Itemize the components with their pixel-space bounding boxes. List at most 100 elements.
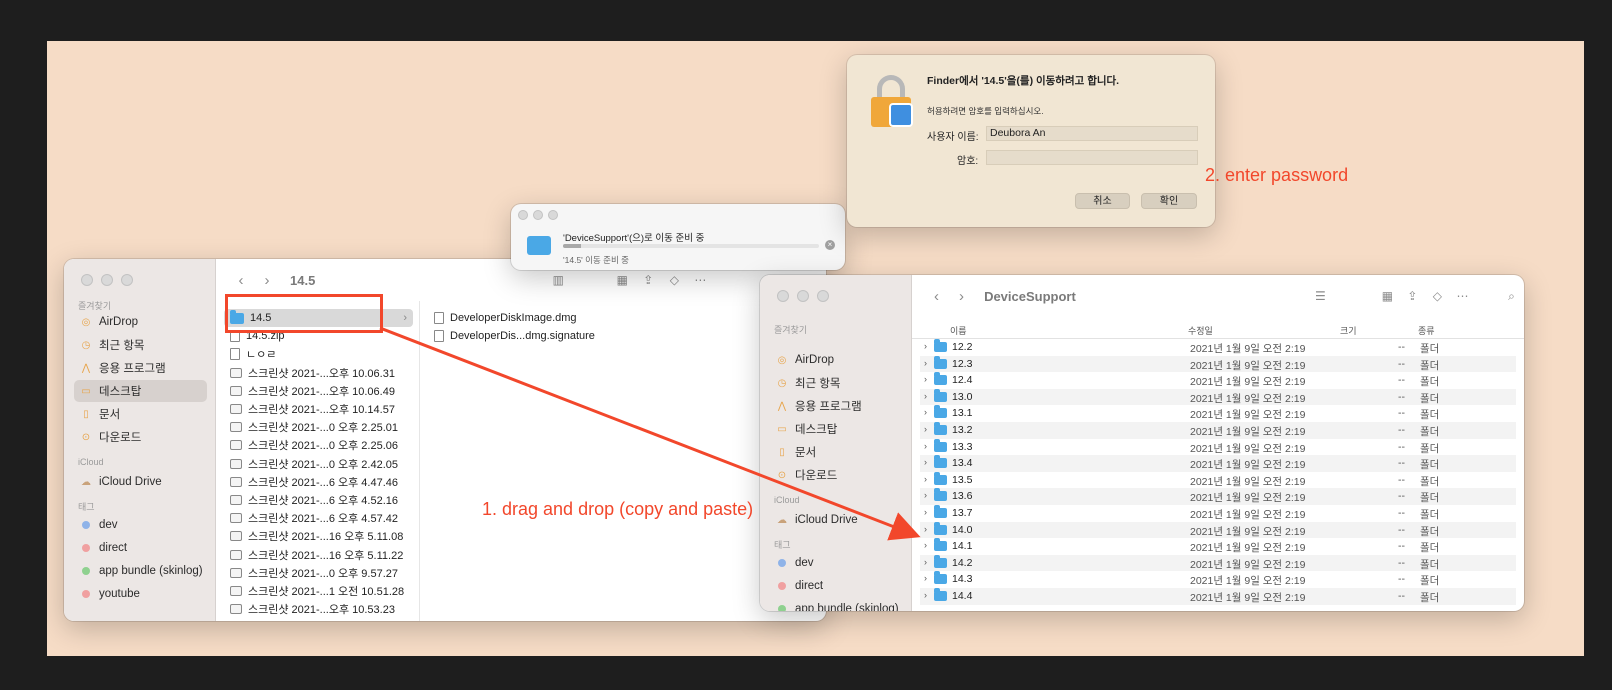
minimize-button[interactable] xyxy=(533,210,543,220)
sidebar-item-0[interactable]: ◎ AirDrop xyxy=(74,311,207,333)
sidebar-tag-3[interactable]: youtube xyxy=(74,583,207,605)
sidebar-item-icloud-drive[interactable]: ☁ iCloud Drive xyxy=(74,471,207,493)
group-icon[interactable]: ▦ xyxy=(609,273,635,287)
list-item[interactable]: 스크린샷 2021-...16 오후 5.11.08 xyxy=(224,527,413,545)
chevron-right-icon[interactable]: › xyxy=(924,441,927,451)
table-row[interactable]: › 13.2 2021년 1월 9일 오전 2:19 -- 폴더 xyxy=(920,422,1516,439)
list-item[interactable]: 스크린샷 2021-...0 오후 2.25.06 xyxy=(224,436,413,454)
sidebar-item-3[interactable]: ▭ 데스크탑 xyxy=(74,380,207,402)
sidebar-item-2[interactable]: ⋀ 응용 프로그램 xyxy=(74,357,207,379)
sidebar-item-4[interactable]: ▯ 문서 xyxy=(74,403,207,425)
chevron-right-icon[interactable]: › xyxy=(924,540,927,550)
forward-button[interactable]: › xyxy=(254,272,280,289)
chevron-right-icon[interactable]: › xyxy=(924,374,927,384)
list-item[interactable]: 스크린샷 2021-...0 오후 2.25.01 xyxy=(224,418,413,436)
table-row[interactable]: › 13.7 2021년 1월 9일 오전 2:19 -- 폴더 xyxy=(920,505,1516,522)
chevron-right-icon[interactable]: › xyxy=(924,457,927,467)
table-row[interactable]: › 13.1 2021년 1월 9일 오전 2:19 -- 폴더 xyxy=(920,405,1516,422)
list-item[interactable]: 스크린샷 2021-...0 오후 2.42.05 xyxy=(224,455,413,473)
list-item[interactable]: 스크린샷 2021-...오후 10.06.49 xyxy=(224,382,413,400)
chevron-right-icon[interactable]: › xyxy=(924,507,927,517)
sidebar-item-0[interactable]: ◎ AirDrop xyxy=(770,349,903,371)
tag-icon[interactable]: ◇ xyxy=(661,273,687,287)
chevron-right-icon[interactable]: › xyxy=(924,358,927,368)
ok-button[interactable]: 확인 xyxy=(1141,193,1197,209)
table-row[interactable]: › 14.2 2021년 1월 9일 오전 2:19 -- 폴더 xyxy=(920,554,1516,572)
list-item[interactable]: 스크린샷 2021-...0 오후 9.57.27 xyxy=(224,564,413,582)
minimize-button[interactable] xyxy=(101,274,113,286)
table-row[interactable]: › 13.5 2021년 1월 9일 오전 2:19 -- 폴더 xyxy=(920,471,1516,489)
folder-icon xyxy=(934,405,947,419)
table-row[interactable]: › 13.3 2021년 1월 9일 오전 2:19 -- 폴더 xyxy=(920,438,1516,456)
more-icon[interactable]: ⋯ xyxy=(687,273,713,287)
dialog-subtitle: 허용하려면 암호를 입력하십시오. xyxy=(927,106,1044,116)
file-name: 스크린샷 2021-...16 오후 5.11.08 xyxy=(248,531,404,544)
back-button[interactable]: ‹ xyxy=(228,272,254,289)
image-file-icon xyxy=(230,549,242,560)
list-item[interactable]: 스크린샷 2021-...오후 10.14.57 xyxy=(224,400,413,418)
chevron-right-icon[interactable]: › xyxy=(924,474,927,484)
table-row[interactable]: › 12.2 2021년 1월 9일 오전 2:19 -- 폴더 xyxy=(920,339,1516,356)
sidebar-item-label: 최근 항목 xyxy=(795,378,841,390)
table-row[interactable]: › 14.3 2021년 1월 9일 오전 2:19 -- 폴더 xyxy=(920,571,1516,588)
row-kind: 폴더 xyxy=(1420,392,1440,405)
table-row[interactable]: › 14.4 2021년 1월 9일 오전 2:19 -- 폴더 xyxy=(920,588,1516,605)
close-button[interactable] xyxy=(777,290,789,302)
table-row[interactable]: › 12.4 2021년 1월 9일 오전 2:19 -- 폴더 xyxy=(920,372,1516,389)
chevron-right-icon[interactable]: › xyxy=(924,573,927,583)
column-header-date[interactable]: 수정일 xyxy=(1188,324,1213,337)
chevron-right-icon[interactable]: › xyxy=(924,490,927,500)
list-item[interactable]: 스크린샷 2021-...1 오전 10.51.28 xyxy=(224,582,413,600)
column-header-name[interactable]: 이름 xyxy=(950,324,967,337)
sidebar-tag-1[interactable]: direct xyxy=(770,575,903,597)
close-button[interactable] xyxy=(518,210,528,220)
sidebar-tag-2[interactable]: app bundle (skinlog) xyxy=(770,598,903,611)
table-row[interactable]: › 13.0 2021년 1월 9일 오전 2:19 -- 폴더 xyxy=(920,388,1516,406)
view-toggle-icon[interactable]: ▥ xyxy=(545,273,571,287)
sidebar-item-1[interactable]: ◷ 최근 항목 xyxy=(74,334,207,356)
table-row[interactable]: › 14.0 2021년 1월 9일 오전 2:19 -- 폴더 xyxy=(920,521,1516,539)
sidebar-item-icloud-drive[interactable]: ☁ iCloud Drive xyxy=(770,509,903,531)
sidebar-item-4[interactable]: ▯ 문서 xyxy=(770,441,903,463)
chevron-right-icon[interactable]: › xyxy=(924,407,927,417)
list-item[interactable]: 스크린샷 2021-...오후 10.53.23 xyxy=(224,600,413,618)
minimize-button[interactable] xyxy=(797,290,809,302)
list-item[interactable]: ㄴㅇㄹ xyxy=(224,345,413,363)
zoom-button[interactable] xyxy=(121,274,133,286)
chevron-right-icon[interactable]: › xyxy=(924,341,927,351)
list-item[interactable]: 스크린샷 2021-...오후 10.06.31 xyxy=(224,364,413,382)
sidebar-tag-0[interactable]: dev xyxy=(770,552,903,574)
sidebar-tag-0[interactable]: dev xyxy=(74,514,207,536)
cloud-icon: ☁ xyxy=(777,514,787,526)
sidebar-item-5[interactable]: ⊙ 다운로드 xyxy=(74,426,207,448)
sidebar-item-5[interactable]: ⊙ 다운로드 xyxy=(770,464,903,486)
chevron-right-icon[interactable]: › xyxy=(924,424,927,434)
zoom-button[interactable] xyxy=(548,210,558,220)
sidebar-item-1[interactable]: ◷ 최근 항목 xyxy=(770,372,903,394)
sidebar-item-3[interactable]: ▭ 데스크탑 xyxy=(770,418,903,440)
cancel-progress-icon[interactable]: × xyxy=(825,240,835,250)
table-row[interactable]: › 13.4 2021년 1월 9일 오전 2:19 -- 폴더 xyxy=(920,455,1516,472)
list-item[interactable]: 스크린샷 2021-...16 오후 5.11.22 xyxy=(224,546,413,564)
table-row[interactable]: › 14.1 2021년 1월 9일 오전 2:19 -- 폴더 xyxy=(920,538,1516,555)
password-field[interactable] xyxy=(986,150,1198,165)
chevron-right-icon[interactable]: › xyxy=(924,590,927,600)
list-item[interactable]: 스크린샷 2021-...6 오후 4.47.46 xyxy=(224,473,413,491)
sidebar-item-2[interactable]: ⋀ 응용 프로그램 xyxy=(770,395,903,417)
column-header-kind[interactable]: 종류 xyxy=(1418,324,1435,337)
sidebar-tag-1[interactable]: direct xyxy=(74,537,207,559)
table-row[interactable]: › 12.3 2021년 1월 9일 오전 2:19 -- 폴더 xyxy=(920,355,1516,373)
chevron-right-icon[interactable]: › xyxy=(924,391,927,401)
list-item[interactable]: 스크린샷 2021-...6 오후 4.57.42 xyxy=(224,509,413,527)
column-header-size[interactable]: 크기 xyxy=(1340,324,1357,337)
username-field[interactable]: Deubora An xyxy=(986,126,1198,141)
share-icon[interactable]: ⇪ xyxy=(635,273,661,287)
chevron-right-icon[interactable]: › xyxy=(924,524,927,534)
sidebar-tag-2[interactable]: app bundle (skinlog) xyxy=(74,560,207,582)
close-button[interactable] xyxy=(81,274,93,286)
cancel-button[interactable]: 취소 xyxy=(1075,193,1130,209)
list-item[interactable]: 스크린샷 2021-...6 오후 4.52.16 xyxy=(224,491,413,509)
zoom-button[interactable] xyxy=(817,290,829,302)
chevron-right-icon[interactable]: › xyxy=(924,557,927,567)
table-row[interactable]: › 13.6 2021년 1월 9일 오전 2:19 -- 폴더 xyxy=(920,488,1516,505)
